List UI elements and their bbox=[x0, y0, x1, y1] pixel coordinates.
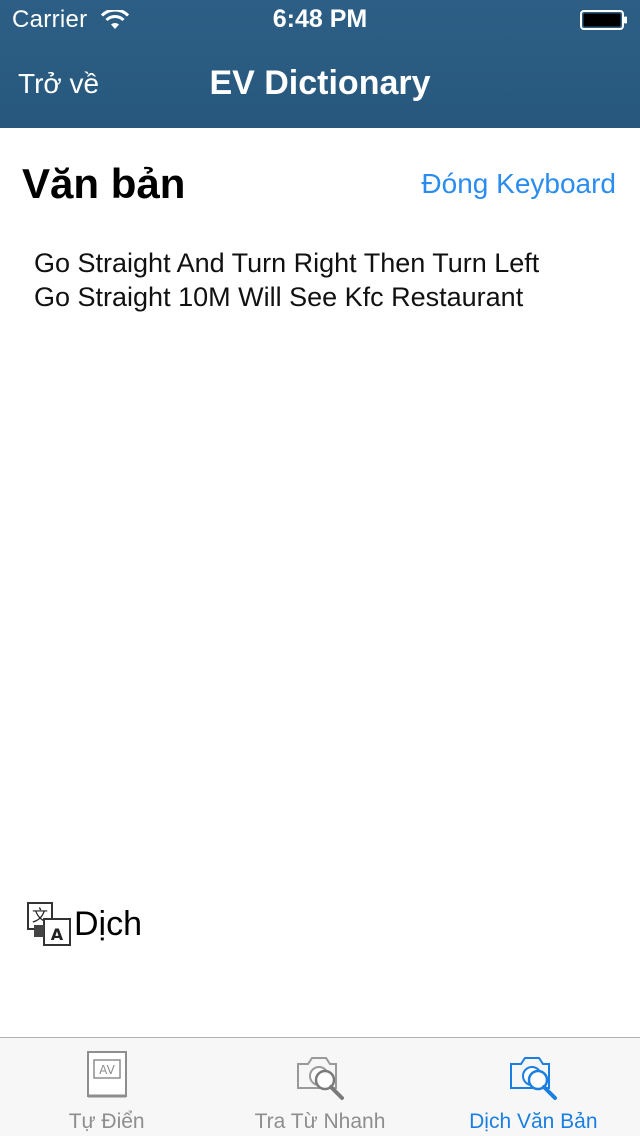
battery-icon bbox=[580, 10, 627, 30]
status-bar: Carrier 6:48 PM bbox=[0, 0, 640, 40]
text-input[interactable]: Go Straight And Turn Right Then Turn Lef… bbox=[34, 246, 614, 846]
tab-dictionary[interactable]: AV Tự Điển bbox=[0, 1038, 213, 1136]
translate-icon: 文 A bbox=[27, 902, 71, 946]
svg-text:AV: AV bbox=[99, 1063, 115, 1077]
back-button[interactable]: Trở về bbox=[18, 68, 99, 100]
translate-label: Dịch bbox=[74, 904, 143, 943]
dictionary-book-icon: AV bbox=[86, 1051, 127, 1098]
section-title: Văn bản bbox=[22, 160, 186, 207]
screen: Carrier 6:48 PM Trở về EV Dictionary Văn… bbox=[0, 0, 640, 1136]
svg-text:A: A bbox=[51, 925, 64, 944]
tab-label: Dịch Văn Bản bbox=[469, 1110, 598, 1133]
translate-button[interactable]: 文 A Dịch bbox=[26, 900, 142, 948]
tab-quick-lookup[interactable]: Tra Từ Nhanh bbox=[213, 1038, 426, 1136]
clock: 6:48 PM bbox=[272, 5, 368, 33]
camera-search-icon bbox=[296, 1057, 344, 1100]
tab-translate-text[interactable]: Dịch Văn Bản bbox=[427, 1038, 640, 1136]
close-keyboard-button[interactable]: Đóng Keyboard bbox=[421, 168, 616, 200]
header: Carrier 6:48 PM Trở về EV Dictionary bbox=[0, 0, 640, 128]
nav-bar: Trở về EV Dictionary bbox=[0, 40, 640, 128]
tab-label: Tra Từ Nhanh bbox=[254, 1110, 386, 1133]
camera-search-icon bbox=[510, 1057, 558, 1100]
tab-label: Tự Điển bbox=[68, 1110, 145, 1133]
tab-bar: AV Tự Điển Tra Từ Nhanh Dịch Văn Bản bbox=[0, 1037, 640, 1136]
